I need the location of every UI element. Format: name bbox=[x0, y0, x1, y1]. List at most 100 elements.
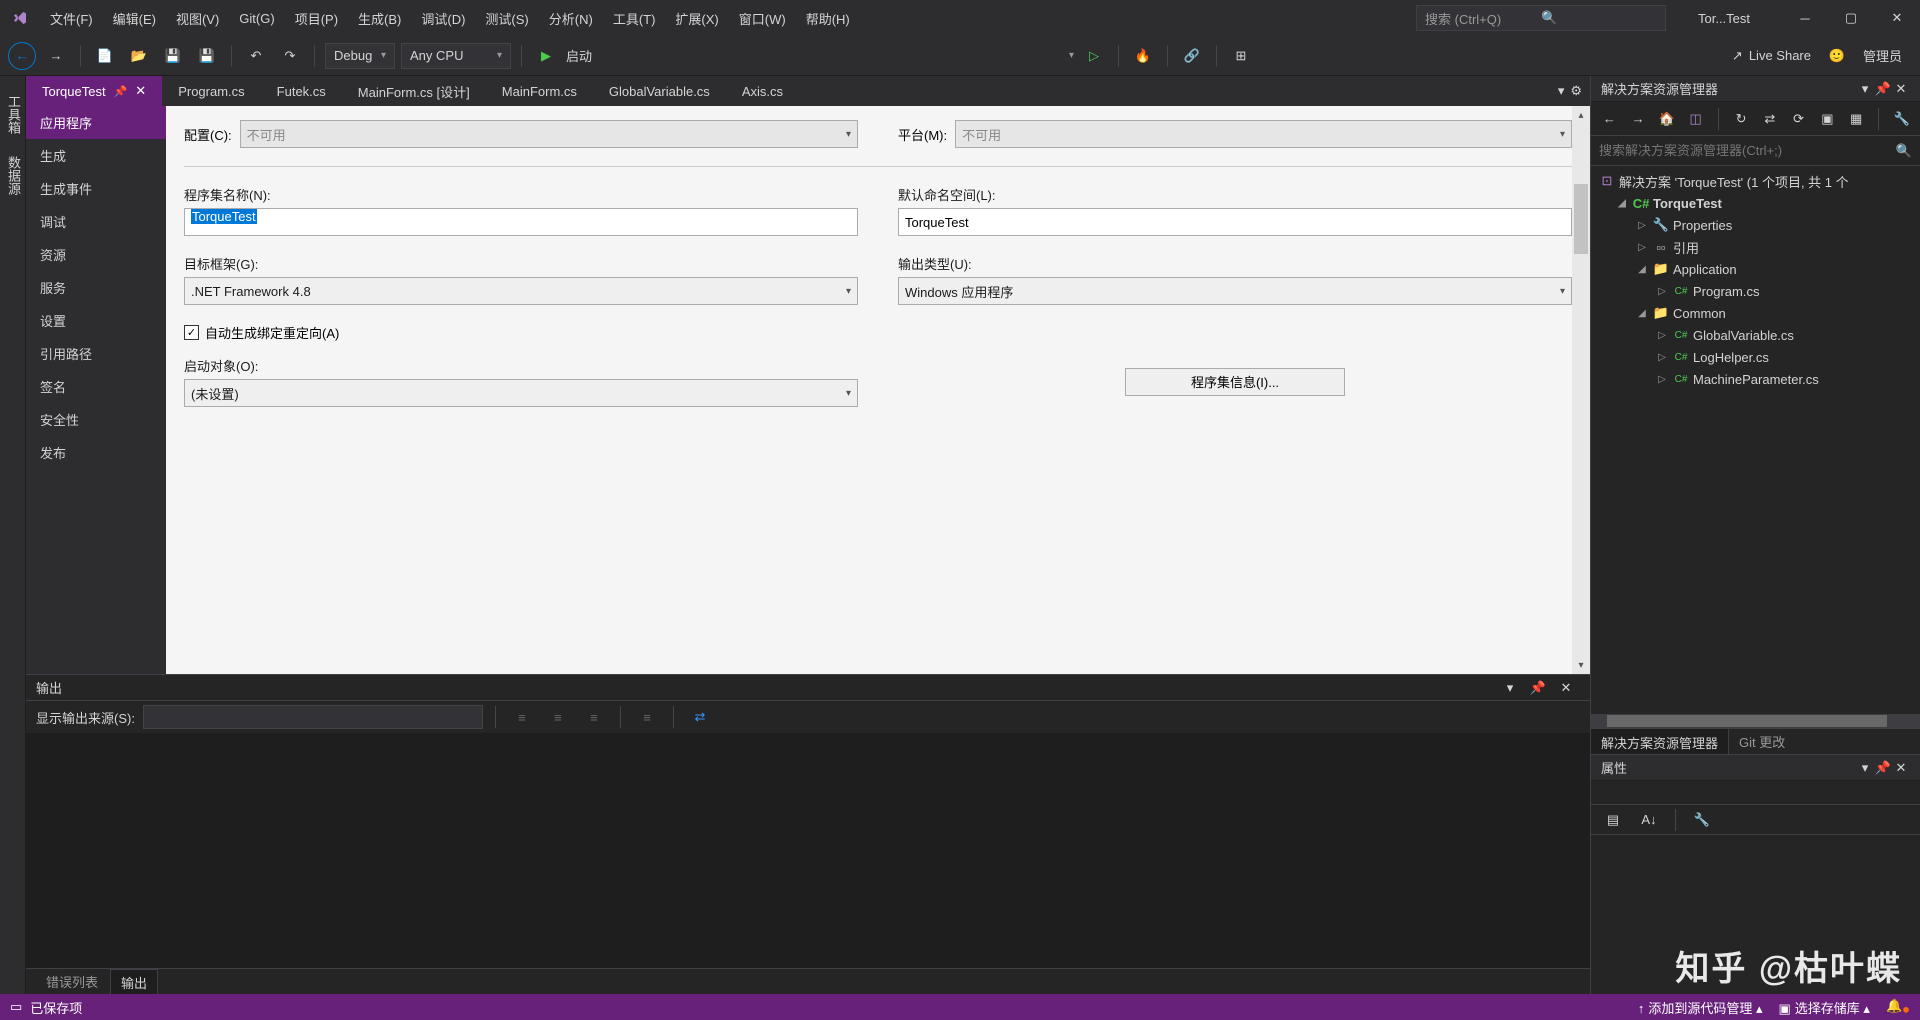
status-notifications-icon[interactable]: 🔔● bbox=[1886, 998, 1910, 1017]
output-close-icon[interactable]: ✕ bbox=[1552, 674, 1580, 702]
sidebar-toolbox-tab[interactable]: 工具箱 bbox=[0, 84, 27, 145]
start-debug-button[interactable]: ▶ bbox=[532, 42, 560, 70]
props-dropdown-icon[interactable]: ▾ bbox=[1856, 754, 1874, 782]
tab-error-list[interactable]: 错误列表 bbox=[36, 969, 108, 994]
panel-pin-icon[interactable]: 📌 bbox=[1874, 75, 1892, 103]
tree-globalvariable-cs[interactable]: ▷ C# GlobalVariable.cs bbox=[1591, 324, 1920, 346]
tab-axis[interactable]: Axis.cs bbox=[726, 76, 799, 106]
expand-icon[interactable]: ▷ bbox=[1635, 220, 1649, 231]
menu-build[interactable]: 生成(B) bbox=[348, 0, 411, 36]
expand-icon[interactable]: ▷ bbox=[1655, 330, 1669, 341]
tree-solution-root[interactable]: ⊡ 解决方案 'TorqueTest' (1 个项目, 共 1 个 bbox=[1591, 170, 1920, 192]
sol-switch-views-icon[interactable]: ◫ bbox=[1685, 105, 1706, 133]
props-pin-icon[interactable]: 📌 bbox=[1874, 754, 1892, 782]
save-button[interactable]: 💾 bbox=[159, 42, 187, 70]
tree-references[interactable]: ▷ ▫▫ 引用 bbox=[1591, 236, 1920, 258]
expand-icon[interactable]: ◢ bbox=[1615, 198, 1629, 209]
sol-showall-icon[interactable]: ▦ bbox=[1846, 105, 1867, 133]
nav-build-events[interactable]: 生成事件 bbox=[26, 172, 166, 205]
props-alphabetical-icon[interactable]: A↓ bbox=[1635, 806, 1663, 834]
nav-security[interactable]: 安全性 bbox=[26, 403, 166, 436]
expand-icon[interactable]: ◢ bbox=[1635, 264, 1649, 275]
tab-torquetest[interactable]: TorqueTest 📌 ✕ bbox=[26, 76, 162, 106]
output-prev-icon[interactable]: ≡ bbox=[508, 703, 536, 731]
tree-folder-application[interactable]: ◢ 📁 Application bbox=[1591, 258, 1920, 280]
nav-settings[interactable]: 设置 bbox=[26, 304, 166, 337]
toolbox-icon[interactable]: ⊞ bbox=[1227, 42, 1255, 70]
tab-globalvariable[interactable]: GlobalVariable.cs bbox=[593, 76, 726, 106]
expand-icon[interactable]: ▷ bbox=[1655, 374, 1669, 385]
nav-debug[interactable]: 调试 bbox=[26, 205, 166, 238]
menu-view[interactable]: 视图(V) bbox=[166, 0, 229, 36]
tab-mainform[interactable]: MainForm.cs bbox=[486, 76, 593, 106]
output-source-combo[interactable] bbox=[143, 705, 483, 729]
pin-icon[interactable]: 📌 bbox=[114, 85, 128, 98]
browser-link-icon[interactable]: 🔗 bbox=[1178, 42, 1206, 70]
scroll-down-icon[interactable]: ▾ bbox=[1574, 658, 1588, 672]
minimize-button[interactable]: ─ bbox=[1782, 0, 1828, 36]
output-dropdown-icon[interactable]: ▾ bbox=[1496, 674, 1524, 702]
expand-icon[interactable]: ▷ bbox=[1635, 242, 1649, 253]
nav-build[interactable]: 生成 bbox=[26, 139, 166, 172]
menu-file[interactable]: 文件(F) bbox=[40, 0, 103, 36]
props-close-icon[interactable]: ✕ bbox=[1892, 754, 1910, 782]
tree-program-cs[interactable]: ▷ C# Program.cs bbox=[1591, 280, 1920, 302]
scroll-up-icon[interactable]: ▴ bbox=[1574, 108, 1588, 122]
namespace-input[interactable] bbox=[898, 208, 1572, 236]
tab-program[interactable]: Program.cs bbox=[162, 76, 260, 106]
sol-refresh-icon[interactable]: ⟳ bbox=[1788, 105, 1809, 133]
startup-object-select[interactable]: (未设置)▾ bbox=[184, 379, 858, 407]
panel-close-icon[interactable]: ✕ bbox=[1892, 75, 1910, 103]
maximize-button[interactable]: ▢ bbox=[1828, 0, 1874, 36]
status-repo[interactable]: ▣选择存储库 ▴ bbox=[1779, 998, 1870, 1017]
sol-fwd-icon[interactable]: → bbox=[1628, 105, 1649, 133]
nav-back-button[interactable]: ← bbox=[8, 42, 36, 70]
sol-pending-icon[interactable]: ↻ bbox=[1731, 105, 1752, 133]
props-scrollbar[interactable]: ▴ ▾ bbox=[1572, 106, 1590, 674]
menu-test[interactable]: 测试(S) bbox=[475, 0, 538, 36]
props-categorized-icon[interactable]: ▤ bbox=[1599, 806, 1627, 834]
menu-tools[interactable]: 工具(T) bbox=[603, 0, 666, 36]
menu-project[interactable]: 项目(P) bbox=[285, 0, 348, 36]
menu-analyze[interactable]: 分析(N) bbox=[539, 0, 603, 36]
save-all-button[interactable]: 💾 bbox=[193, 42, 221, 70]
start-no-debug-button[interactable]: ▷ bbox=[1080, 42, 1108, 70]
auto-binding-redirect-checkbox[interactable]: ✓ 自动生成绑定重定向(A) bbox=[184, 323, 1572, 342]
tree-loghelper-cs[interactable]: ▷ C# LogHelper.cs bbox=[1591, 346, 1920, 368]
solution-hscroll[interactable] bbox=[1591, 714, 1920, 728]
tabs-overflow-icon[interactable]: ▾ bbox=[1558, 83, 1565, 99]
platform-combo[interactable]: Any CPU▾ bbox=[401, 43, 511, 69]
menu-window[interactable]: 窗口(W) bbox=[729, 0, 796, 36]
status-source-control[interactable]: ↑添加到源代码管理 ▴ bbox=[1638, 998, 1763, 1017]
tab-mainform-design[interactable]: MainForm.cs [设计] bbox=[342, 76, 486, 106]
assembly-name-input[interactable]: TorqueTest bbox=[184, 208, 858, 236]
props-events-icon[interactable]: 🔧 bbox=[1688, 806, 1716, 834]
nav-resources[interactable]: 资源 bbox=[26, 238, 166, 271]
solution-search[interactable]: 🔍 bbox=[1591, 136, 1920, 166]
global-search-box[interactable]: 搜索 (Ctrl+Q) 🔍 bbox=[1416, 5, 1666, 31]
menu-edit[interactable]: 编辑(E) bbox=[103, 0, 166, 36]
menu-help[interactable]: 帮助(H) bbox=[796, 0, 860, 36]
framework-select[interactable]: .NET Framework 4.8▾ bbox=[184, 277, 858, 305]
properties-object-combo[interactable] bbox=[1591, 781, 1920, 805]
menu-git[interactable]: Git(G) bbox=[229, 0, 284, 36]
output-type-select[interactable]: Windows 应用程序▾ bbox=[898, 277, 1572, 305]
sol-back-icon[interactable]: ← bbox=[1599, 105, 1620, 133]
tree-machineparameter-cs[interactable]: ▷ C# MachineParameter.cs bbox=[1591, 368, 1920, 390]
sol-home-icon[interactable]: 🏠 bbox=[1657, 105, 1678, 133]
live-share-button[interactable]: ↗ Live Share bbox=[1732, 48, 1811, 64]
close-button[interactable]: ✕ bbox=[1874, 0, 1920, 36]
output-toggle-icon[interactable]: ⇄ bbox=[686, 703, 714, 731]
tab-futek[interactable]: Futek.cs bbox=[261, 76, 342, 106]
tree-project[interactable]: ◢ C# TorqueTest bbox=[1591, 192, 1920, 214]
assembly-info-button[interactable]: 程序集信息(I)... bbox=[1125, 368, 1345, 396]
output-wrap-icon[interactable]: ≡ bbox=[633, 703, 661, 731]
tabs-settings-icon[interactable]: ⚙ bbox=[1570, 83, 1582, 99]
output-clear-icon[interactable]: ≡ bbox=[580, 703, 608, 731]
tab-solution-explorer[interactable]: 解决方案资源管理器 bbox=[1591, 728, 1729, 756]
output-next-icon[interactable]: ≡ bbox=[544, 703, 572, 731]
nav-services[interactable]: 服务 bbox=[26, 271, 166, 304]
sol-properties-icon[interactable]: 🔧 bbox=[1891, 105, 1912, 133]
tab-git-changes[interactable]: Git 更改 bbox=[1729, 728, 1795, 755]
output-pin-icon[interactable]: 📌 bbox=[1524, 674, 1552, 702]
